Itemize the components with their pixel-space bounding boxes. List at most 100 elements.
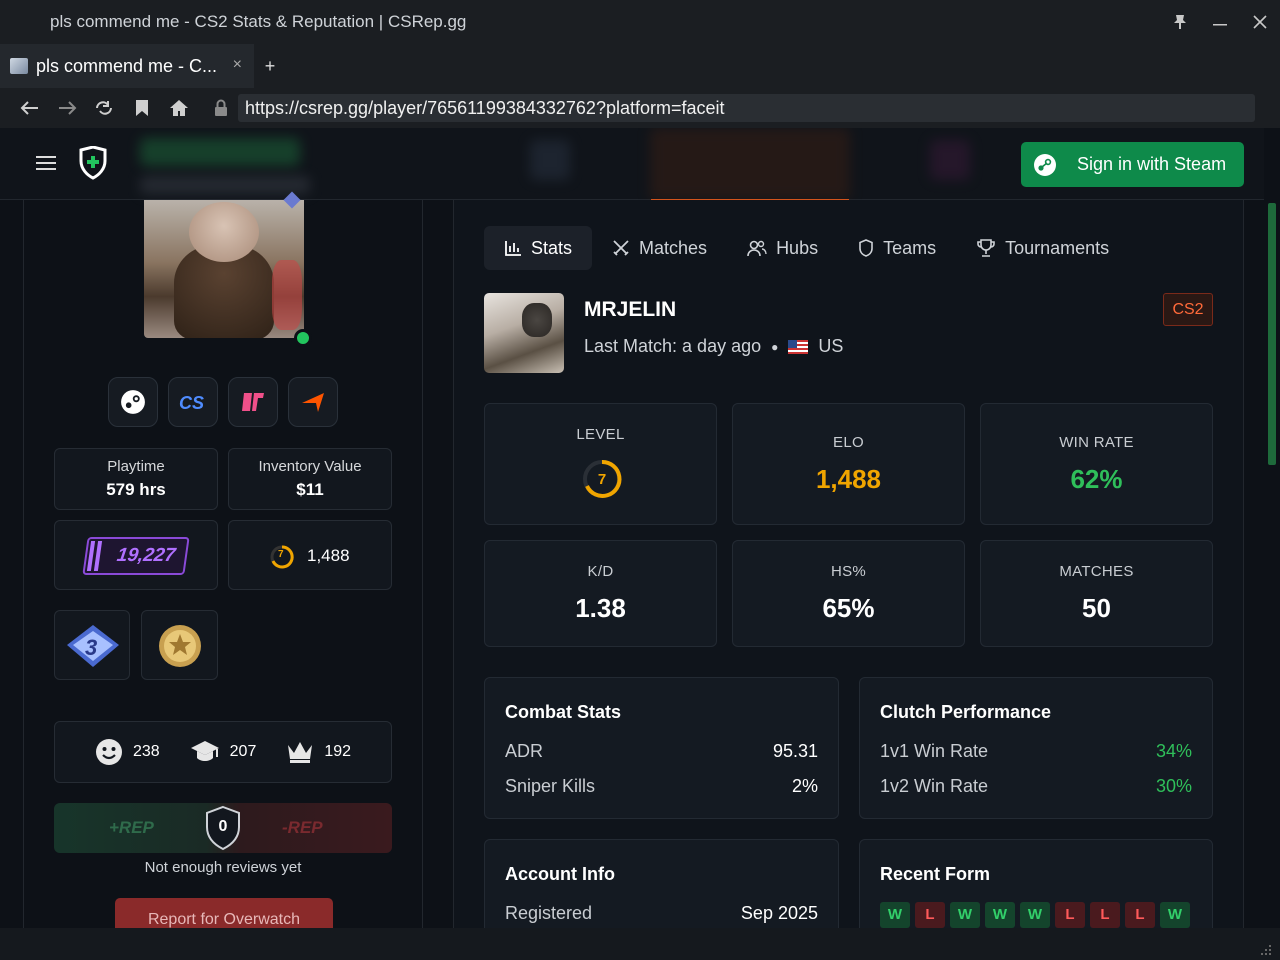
bookmark-icon[interactable]	[128, 94, 156, 122]
no-reviews-text: Not enough reviews yet	[144, 859, 302, 876]
reload-icon[interactable]	[90, 94, 118, 122]
kd-label: K/D	[587, 563, 614, 580]
page-content: Sign in with Steam CS Playtime 579 hrs I…	[0, 128, 1280, 928]
steam-avatar	[144, 200, 304, 338]
stats-panel: Stats Matches Hubs Teams Tournaments MRJ…	[453, 200, 1244, 928]
blurred-nav-item	[140, 138, 300, 166]
playtime-value: 579 hrs	[106, 480, 166, 499]
blurred-nav-item	[140, 176, 310, 194]
inventory-card: Inventory Value $11	[228, 448, 392, 510]
minus-rep-button[interactable]: -REP	[282, 818, 323, 838]
svg-text:3: 3	[85, 635, 97, 660]
stats-tabs: Stats Matches Hubs Teams Tournaments	[484, 226, 1129, 270]
form-result-1: L	[915, 902, 945, 928]
premier-rating: 19,227	[115, 545, 177, 566]
profile-sidebar: CS Playtime 579 hrs Inventory Value $11 …	[23, 191, 423, 928]
tab-close-icon[interactable]: ×	[233, 56, 242, 74]
platform-links: CS	[108, 377, 338, 427]
form-result-2: W	[950, 902, 980, 928]
form-result-6: L	[1090, 902, 1120, 928]
leader-count: 192	[286, 739, 351, 765]
plus-rep-button[interactable]: +REP	[109, 818, 154, 838]
tab-hubs[interactable]: Hubs	[727, 226, 838, 270]
csstats-icon[interactable]: CS	[168, 377, 218, 427]
tab-matches[interactable]: Matches	[592, 226, 727, 270]
blurred-nav-item	[930, 140, 970, 180]
new-tab-button[interactable]: +	[256, 52, 284, 80]
back-icon[interactable]	[16, 94, 44, 122]
forward-icon[interactable]	[53, 94, 81, 122]
sniper-kills-row: Sniper Kills 2%	[505, 776, 818, 796]
account-info-title: Account Info	[505, 864, 615, 884]
win-rate-value: 62%	[1070, 464, 1123, 494]
lock-icon	[207, 94, 235, 122]
sign-in-label: Sign in with Steam	[1077, 154, 1227, 174]
faceit-avatar	[484, 293, 564, 373]
tab-label: pls commend me - C...	[36, 55, 218, 76]
home-icon[interactable]	[165, 94, 193, 122]
menu-icon[interactable]	[36, 156, 56, 172]
matches-card: MATCHES 50	[980, 540, 1213, 647]
minimize-icon[interactable]	[1205, 8, 1235, 36]
service-medal-card: 3	[54, 610, 130, 680]
sign-in-steam-button[interactable]: Sign in with Steam	[1021, 142, 1244, 187]
blurred-nav-item	[650, 128, 850, 200]
playtime-label: Playtime	[107, 458, 165, 475]
playtime-card: Playtime 579 hrs	[54, 448, 218, 510]
reputation-score: 0	[218, 818, 228, 835]
pin-icon[interactable]	[1165, 8, 1195, 36]
clutch-title: Clutch Performance	[880, 702, 1052, 722]
users-icon	[747, 240, 767, 257]
elo-value: 1,488	[815, 464, 882, 494]
swords-icon	[613, 240, 629, 256]
account-info-panel: Account Info Registered Sep 2025	[484, 839, 839, 928]
resize-grip-icon[interactable]	[1258, 942, 1272, 956]
reputation-bar: +REP 0 -REP	[54, 803, 392, 853]
matches-label: MATCHES	[1059, 563, 1134, 580]
kd-card: K/D 1.38	[484, 540, 717, 647]
form-result-5: L	[1055, 902, 1085, 928]
tab-tournaments[interactable]: Tournaments	[956, 226, 1129, 270]
trophy-icon	[977, 239, 995, 257]
last-match: Last Match: a day ago	[584, 336, 762, 356]
tab-stats[interactable]: Stats	[484, 226, 593, 270]
tab-teams[interactable]: Teams	[838, 226, 956, 270]
recent-form-results: WLWWWLLLW	[880, 902, 1190, 928]
premier-badge: 19,227	[82, 537, 190, 575]
steam-profile-icon[interactable]	[108, 377, 158, 427]
browser-tab[interactable]: pls commend me - C... ×	[0, 44, 254, 88]
level-label: LEVEL	[576, 426, 625, 443]
report-overwatch-button[interactable]: Report for Overwatch	[115, 898, 333, 928]
bullet-separator: ●	[771, 339, 779, 354]
form-result-8: W	[1160, 902, 1190, 928]
inventory-value: $11	[296, 480, 324, 499]
graduation-cap-icon	[190, 741, 219, 761]
premier-rating-card: 19,227	[54, 520, 218, 590]
level-card: LEVEL 7	[484, 403, 717, 525]
page-scrollbar[interactable]	[1264, 128, 1280, 928]
recent-form-panel: Recent Form WLWWWLLLW	[859, 839, 1213, 928]
coin-medal-card	[141, 610, 218, 680]
scroll-thumb[interactable]	[1268, 203, 1276, 465]
url-input[interactable]: https://csrep.gg/player/7656119938433276…	[238, 94, 1255, 122]
player-country: US	[818, 336, 844, 356]
hs-label: HS%	[830, 563, 867, 580]
inventory-label: Inventory Value	[258, 458, 362, 475]
crown-icon	[288, 742, 313, 763]
form-result-3: W	[985, 902, 1015, 928]
teacher-count: 207	[190, 739, 256, 765]
elo-card: ELO 1,488	[732, 403, 965, 525]
faceit-elo-value: 1,488	[307, 546, 350, 565]
faceit-elo-card: 7 1,488	[228, 520, 392, 590]
faceit-icon[interactable]	[288, 377, 338, 427]
window-title: pls commend me - CS2 Stats & Reputation …	[50, 12, 467, 31]
leetify-icon[interactable]	[228, 377, 278, 427]
player-name: MRJELIN	[584, 298, 677, 321]
adr-row: ADR 95.31	[505, 741, 818, 761]
combat-stats-panel: Combat Stats ADR 95.31 Sniper Kills 2%	[484, 677, 839, 819]
site-logo-icon[interactable]	[78, 145, 108, 185]
registered-row: Registered Sep 2025	[505, 903, 818, 923]
matches-value: 50	[1082, 593, 1111, 623]
close-window-icon[interactable]	[1245, 8, 1275, 36]
form-result-0: W	[880, 902, 910, 928]
